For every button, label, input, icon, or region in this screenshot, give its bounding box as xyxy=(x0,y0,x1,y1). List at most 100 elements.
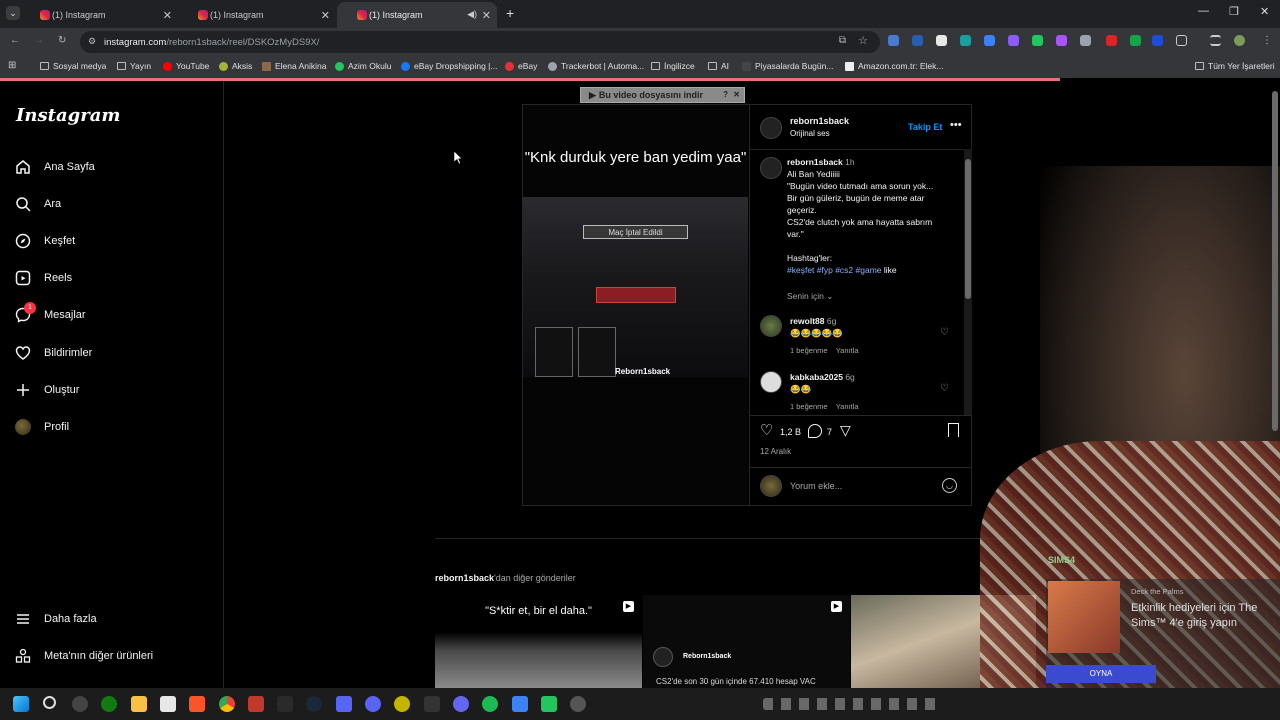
share-icon[interactable]: ▽ xyxy=(840,422,851,439)
bookmark-star-icon[interactable]: ☆ xyxy=(858,34,868,47)
like-count[interactable]: 1,2 B xyxy=(780,427,801,437)
sidebar-meta-button[interactable]: Meta'nın diğer ürünleri xyxy=(14,644,153,668)
tab-search-button[interactable]: ⌄ xyxy=(6,6,20,20)
bookmark-link[interactable]: Azim Okulu xyxy=(335,61,391,71)
extension-icon[interactable] xyxy=(960,35,971,46)
forward-icon[interactable]: → xyxy=(34,35,44,46)
bookmark-link[interactable]: eBay Dropshipping |... xyxy=(401,61,497,71)
extension-icon[interactable] xyxy=(1130,35,1141,46)
like-heart-icon[interactable]: ♡ xyxy=(760,421,773,439)
extension-icon[interactable] xyxy=(1008,35,1019,46)
scrollbar-thumb[interactable] xyxy=(965,159,971,299)
bookmark-folder[interactable]: İngilizce xyxy=(651,61,695,71)
comment-avatar[interactable] xyxy=(760,371,782,393)
bookmark-link[interactable]: YouTube xyxy=(163,61,209,71)
help-icon[interactable]: ? xyxy=(723,90,728,99)
obs-icon[interactable] xyxy=(72,696,88,712)
bookmark-link[interactable]: Elena Anikina xyxy=(262,61,327,71)
reel-video[interactable]: "Knk durduk yere ban yedim yaa" Maç İpta… xyxy=(523,105,748,505)
app-icon[interactable] xyxy=(424,696,440,712)
comment-likes[interactable]: 1 beğenme xyxy=(790,346,828,355)
author-username[interactable]: reborn1sback xyxy=(790,116,849,126)
play-button[interactable]: OYNA xyxy=(1046,665,1156,683)
bookmark-folder[interactable]: AI xyxy=(708,61,729,71)
page-scrollbar[interactable] xyxy=(1270,81,1280,688)
tab-close-icon[interactable]: ✕ xyxy=(321,9,330,22)
maximize-icon[interactable]: ❐ xyxy=(1229,5,1239,18)
comment-username[interactable]: rewolt88 xyxy=(790,316,825,326)
extension-icon[interactable] xyxy=(1056,35,1067,46)
app-icon[interactable] xyxy=(541,696,557,712)
new-tab-icon[interactable]: + xyxy=(506,5,514,21)
extension-icon[interactable] xyxy=(1032,35,1043,46)
install-icon[interactable]: ⧉ xyxy=(839,35,846,46)
comment-input[interactable]: Yorum ekle... xyxy=(790,481,842,491)
follow-button[interactable]: Takip Et xyxy=(908,122,942,132)
back-icon[interactable]: ← xyxy=(10,35,20,46)
reply-button[interactable]: Yanıtla xyxy=(836,346,859,355)
comment-like-heart-icon[interactable]: ♡ xyxy=(940,383,949,394)
more-posts-user[interactable]: reborn1sback xyxy=(435,573,494,583)
reload-icon[interactable]: ↻ xyxy=(58,35,66,46)
browser-tab[interactable]: (1) Instagram ✕ xyxy=(20,2,178,28)
sidebar-item-search[interactable]: Ara xyxy=(14,192,61,216)
epic-games-icon[interactable] xyxy=(277,696,293,712)
translate-extension-icon[interactable] xyxy=(888,35,899,46)
comment-count[interactable]: 7 xyxy=(827,427,832,437)
audio-label[interactable]: Orijinal ses xyxy=(790,129,830,138)
browser-tab-active[interactable]: (1) Instagram ◀) ✕ xyxy=(337,2,497,28)
bookmark-link[interactable]: Trackerbot | Automa... xyxy=(548,61,644,71)
xbox-icon[interactable] xyxy=(101,696,117,712)
more-post-thumb[interactable]: Reborn1sback CS2'de son 30 gün içinde 67… xyxy=(643,595,850,688)
menu-icon[interactable]: ⋮ xyxy=(1262,35,1272,46)
comment-username[interactable]: kabkaba2025 xyxy=(790,372,843,382)
app-icon[interactable] xyxy=(570,696,586,712)
address-bar[interactable]: ⚙ instagram.com/reborn1sback/reel/DSKOzM… xyxy=(80,31,880,53)
tray-icons[interactable] xyxy=(763,698,943,710)
sidebar-item-reels[interactable]: Reels xyxy=(14,266,72,290)
app-icon[interactable] xyxy=(248,696,264,712)
tab-close-icon[interactable]: ✕ xyxy=(163,9,172,22)
profile-avatar-icon[interactable] xyxy=(1234,35,1245,46)
search-icon[interactable] xyxy=(43,696,56,709)
download-video-bar[interactable]: ▶ Bu video dosyasını indir ? ✕ xyxy=(580,87,745,103)
app-icon[interactable] xyxy=(336,696,352,712)
app-icon[interactable] xyxy=(453,696,469,712)
instagram-logo[interactable]: Instagram xyxy=(16,105,120,126)
comment-like-heart-icon[interactable]: ♡ xyxy=(940,327,949,338)
hashtag-links[interactable]: #keşfet #fyp #cs2 #game xyxy=(787,265,882,275)
scrollbar-thumb[interactable] xyxy=(1272,91,1278,431)
extension-icon[interactable] xyxy=(1106,35,1117,46)
spotify-icon[interactable] xyxy=(482,696,498,712)
sidebar-item-profile[interactable]: Profil xyxy=(14,415,69,439)
discord-icon[interactable] xyxy=(365,696,381,712)
brave-icon[interactable] xyxy=(189,696,205,712)
windows-start-icon[interactable] xyxy=(13,696,29,712)
more-options-icon[interactable]: ••• xyxy=(950,119,962,131)
sidebar-more-button[interactable]: Daha fazla xyxy=(14,607,97,631)
steam-icon[interactable] xyxy=(306,696,322,712)
browser-tab[interactable]: (1) Instagram ✕ xyxy=(178,2,336,28)
bookmark-link[interactable]: Aksis xyxy=(219,61,252,71)
all-bookmarks[interactable]: Tüm Yer İşaretleri xyxy=(1195,61,1275,71)
notification-card[interactable]: Deck the Palms Etkinlik hediyeleri için … xyxy=(1046,579,1280,688)
bookmark-link[interactable]: eBay xyxy=(505,61,537,71)
extension-icon[interactable] xyxy=(1080,35,1091,46)
caption-username[interactable]: reborn1sback xyxy=(787,157,843,167)
extension-icon[interactable] xyxy=(936,35,947,46)
apps-grid-icon[interactable]: ⊞ xyxy=(8,60,16,71)
close-icon[interactable]: ✕ xyxy=(733,90,740,99)
bookmark-folder[interactable]: Yayın xyxy=(117,61,151,71)
file-explorer-icon[interactable] xyxy=(131,696,147,712)
comments-scrollbar[interactable] xyxy=(964,149,972,415)
tab-close-icon[interactable]: ✕ xyxy=(482,9,491,22)
for-you-dropdown[interactable]: Senin için ⌄ xyxy=(787,291,833,302)
sidebar-item-home[interactable]: Ana Sayfa xyxy=(14,155,95,179)
comment-avatar[interactable] xyxy=(760,315,782,337)
extension-icon[interactable] xyxy=(1152,35,1163,46)
chrome-icon[interactable] xyxy=(219,696,235,712)
extension-icon[interactable] xyxy=(984,35,995,46)
bookmark-link[interactable]: Piyasalarda Bugün... xyxy=(742,61,833,71)
sidebar-item-notifications[interactable]: Bildirimler xyxy=(14,341,92,365)
save-bookmark-icon[interactable] xyxy=(948,423,959,437)
